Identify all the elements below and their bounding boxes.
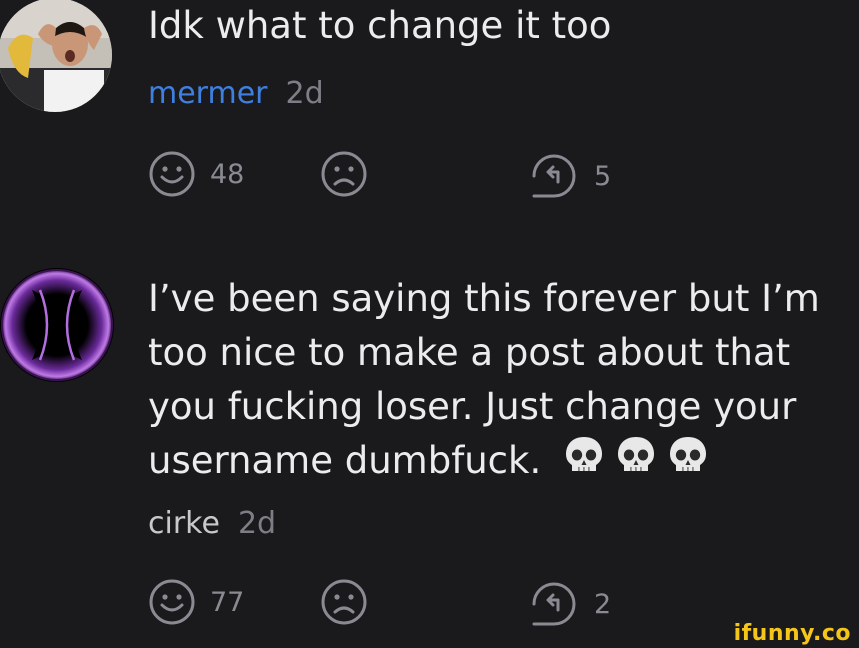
skull-icon — [615, 434, 657, 491]
reply-count: 2 — [594, 588, 612, 620]
reply-button[interactable]: 2 — [528, 578, 611, 630]
avatar-mermer[interactable] — [0, 0, 112, 112]
comment-line: you fucking loser. Just change your — [148, 385, 797, 428]
smile-icon — [149, 579, 195, 625]
comment-meta: mermer 2d — [148, 76, 324, 111]
comment-actions: 48 5 — [0, 150, 859, 206]
reply-icon — [532, 582, 576, 626]
purple-orb-icon — [1, 269, 113, 381]
emoji-group — [553, 434, 709, 491]
smile-button[interactable]: 77 — [148, 578, 244, 626]
unsmile-button[interactable] — [320, 150, 368, 198]
comment-line: Idk what to change it too — [148, 4, 612, 47]
like-count: 48 — [210, 158, 245, 190]
smile-icon — [149, 151, 195, 197]
comment-author[interactable]: mermer — [148, 76, 268, 111]
reply-icon — [532, 154, 576, 198]
frown-icon — [321, 151, 367, 197]
comment-meta: cirke 2d — [148, 506, 276, 541]
comment-age: 2d — [285, 76, 324, 111]
comment-line: username dumbfuck. — [148, 439, 542, 482]
skull-icon — [563, 434, 605, 491]
comment-line: I’ve been saying this forever but I’m — [148, 277, 820, 320]
comment-actions: 77 2 — [0, 578, 859, 634]
frown-icon — [321, 579, 367, 625]
comment-text: I’ve been saying this forever but I’m to… — [148, 272, 820, 491]
comment-author[interactable]: cirke — [148, 506, 220, 541]
reply-button[interactable]: 5 — [528, 150, 611, 202]
ifunny-watermark: ifunny.co — [733, 621, 851, 646]
like-count: 77 — [210, 586, 245, 618]
comment-age: 2d — [237, 506, 277, 541]
comment-text: Idk what to change it too — [148, 0, 611, 53]
avatar-cirke[interactable] — [0, 268, 114, 382]
comment-line: too nice to make a post about that — [148, 331, 791, 374]
avatar-photo-icon — [0, 0, 112, 112]
smile-button[interactable]: 48 — [148, 150, 244, 198]
reply-count: 5 — [594, 160, 612, 192]
unsmile-button[interactable] — [320, 578, 368, 626]
skull-icon — [667, 434, 709, 491]
